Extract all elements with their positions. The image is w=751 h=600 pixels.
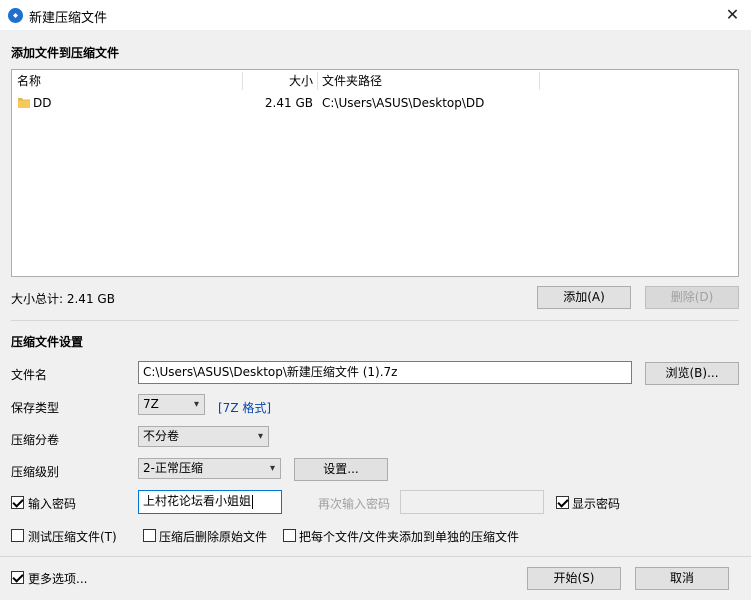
add-button[interactable]: 添加(A) <box>537 286 631 309</box>
close-button[interactable]: ✕ <box>714 0 751 30</box>
section-divider <box>11 320 739 321</box>
file-row-name[interactable]: DD <box>33 94 51 112</box>
start-button[interactable]: 开始(S) <box>527 567 621 590</box>
save-type-label: 保存类型 <box>11 401 60 415</box>
window-title: 新建压缩文件 <box>29 11 108 26</box>
delete-source-checkbox[interactable] <box>143 529 156 542</box>
repeat-password-input[interactable] <box>400 490 544 514</box>
filename-input[interactable]: C:\Users\ASUS\Desktop\新建压缩文件 (1).7z <box>138 361 632 384</box>
test-archive-label[interactable]: 测试压缩文件(T) <box>28 528 117 545</box>
settings-section-title: 压缩文件设置 <box>11 335 84 349</box>
chevron-down-icon: ▾ <box>269 463 275 474</box>
password-checkbox[interactable] <box>11 496 24 509</box>
save-type-select[interactable]: 7Z ▾ <box>138 394 205 415</box>
text-caret <box>252 494 254 509</box>
separate-archives-label[interactable]: 把每个文件/文件夹添加到单独的压缩文件 <box>299 528 519 545</box>
level-select[interactable]: 2-正常压缩 ▾ <box>138 458 281 479</box>
footer-divider <box>0 556 751 557</box>
cancel-button[interactable]: 取消 <box>635 567 729 590</box>
password-label[interactable]: 输入密码 <box>28 495 76 512</box>
more-options-label[interactable]: 更多选项... <box>28 570 87 587</box>
repeat-password-label: 再次输入密码 <box>318 497 391 511</box>
password-input[interactable]: 上村花论坛看小姐姐 <box>138 490 282 514</box>
split-select[interactable]: 不分卷 ▾ <box>138 426 269 447</box>
column-divider <box>317 72 318 90</box>
password-value: 上村花论坛看小姐姐 <box>143 494 252 508</box>
level-label: 压缩级别 <box>11 465 60 479</box>
separate-archives-checkbox[interactable] <box>283 529 296 542</box>
format-link[interactable]: [7Z 格式] <box>218 399 271 416</box>
total-size: 大小总计: 2.41 GB <box>11 292 115 306</box>
column-header-size[interactable]: 大小 <box>242 72 313 90</box>
folder-icon <box>18 98 30 108</box>
more-options-checkbox[interactable] <box>11 571 24 584</box>
app-icon <box>8 8 23 23</box>
delete-button[interactable]: 删除(D) <box>645 286 739 309</box>
title-bar <box>0 0 751 30</box>
column-header-name[interactable]: 名称 <box>17 72 41 90</box>
chevron-down-icon: ▾ <box>193 399 199 410</box>
file-row-path: C:\Users\ASUS\Desktop\DD <box>322 96 485 110</box>
show-password-checkbox[interactable] <box>556 496 569 509</box>
settings-button[interactable]: 设置... <box>294 458 388 481</box>
column-header-path[interactable]: 文件夹路径 <box>322 72 382 90</box>
chevron-down-icon: ▾ <box>257 431 263 442</box>
split-value: 不分卷 <box>143 429 180 443</box>
filename-label: 文件名 <box>11 368 48 382</box>
column-divider <box>539 72 540 90</box>
test-archive-checkbox[interactable] <box>11 529 24 542</box>
browse-button[interactable]: 浏览(B)... <box>645 362 739 385</box>
split-label: 压缩分卷 <box>11 433 60 447</box>
file-row-size: 2.41 GB <box>264 96 313 110</box>
files-section-title: 添加文件到压缩文件 <box>11 46 120 60</box>
save-type-value: 7Z <box>143 397 159 411</box>
show-password-label[interactable]: 显示密码 <box>572 495 620 512</box>
file-list[interactable]: 名称 大小 文件夹路径 DD 2.41 GB C:\Users\ASUS\Des… <box>11 69 739 277</box>
level-value: 2-正常压缩 <box>143 461 203 475</box>
delete-source-label[interactable]: 压缩后删除原始文件 <box>159 528 267 545</box>
